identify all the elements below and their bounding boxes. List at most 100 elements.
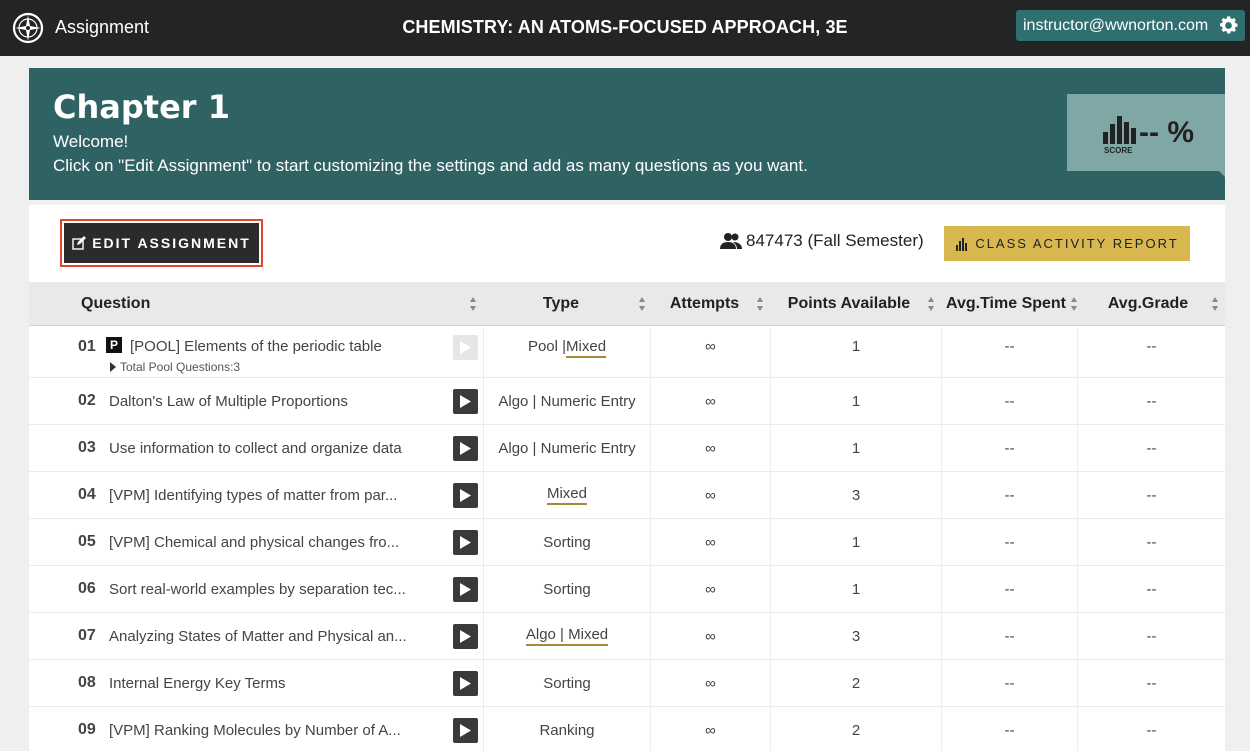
time-value: --	[1004, 439, 1015, 457]
play-preview-button[interactable]	[453, 483, 478, 508]
grade-cell: --	[1077, 613, 1225, 659]
sort-icon[interactable]	[1211, 296, 1219, 312]
question-title[interactable]: [VPM] Identifying types of matter from p…	[109, 487, 419, 504]
gear-icon[interactable]	[1217, 14, 1240, 37]
question-cell: 09 [VPM] Ranking Molecules by Number of …	[29, 707, 483, 751]
play-icon	[460, 536, 471, 549]
table-row[interactable]: 05 [VPM] Chemical and physical changes f…	[29, 519, 1225, 566]
table-row[interactable]: 04 [VPM] Identifying types of matter fro…	[29, 472, 1225, 519]
pool-questions-label: Total Pool Questions:3	[120, 360, 241, 374]
column-header-type[interactable]: Type	[484, 282, 652, 326]
question-title[interactable]: [POOL] Elements of the periodic table	[130, 338, 440, 355]
table-row[interactable]: 09 [VPM] Ranking Molecules by Number of …	[29, 707, 1225, 751]
time-value: --	[1004, 627, 1015, 645]
grade-value: --	[1146, 627, 1157, 645]
play-preview-button[interactable]	[453, 389, 478, 414]
caret-right-icon	[110, 362, 116, 372]
score-label: SCORE	[1104, 146, 1133, 155]
type-link[interactable]: Mixed	[566, 338, 607, 358]
question-title[interactable]: Dalton's Law of Multiple Proportions	[109, 393, 419, 410]
attempts-cell: ∞	[650, 660, 770, 706]
table-row[interactable]: 06 Sort real-world examples by separatio…	[29, 566, 1225, 613]
time-cell: --	[941, 378, 1077, 424]
play-icon	[460, 677, 471, 690]
time-cell: --	[941, 327, 1077, 377]
points-cell: 1	[770, 327, 941, 377]
grade-value: --	[1146, 674, 1157, 692]
points-value: 2	[851, 674, 861, 692]
sort-icon[interactable]	[638, 296, 646, 312]
question-cell: 02 Dalton's Law of Multiple Proportions	[29, 378, 483, 424]
question-title[interactable]: Internal Energy Key Terms	[109, 675, 419, 692]
type-cell: Pool | Mixed	[483, 327, 650, 377]
column-header-time[interactable]: Avg.Time Spent	[942, 282, 1084, 326]
play-preview-button[interactable]	[453, 671, 478, 696]
grade-value: --	[1146, 486, 1157, 504]
question-title[interactable]: Use information to collect and organize …	[109, 440, 419, 457]
grade-cell: --	[1077, 707, 1225, 751]
grade-cell: --	[1077, 519, 1225, 565]
attempts-cell: ∞	[650, 519, 770, 565]
table-row[interactable]: 08 Internal Energy Key Terms Sorting ∞ 2…	[29, 660, 1225, 707]
question-cell: 04 [VPM] Identifying types of matter fro…	[29, 472, 483, 518]
type-cell: Ranking	[483, 707, 650, 751]
points-value: 1	[851, 580, 861, 598]
table-row[interactable]: 01 [POOL] Elements of the periodic table…	[29, 327, 1225, 378]
pool-questions-toggle[interactable]: Total Pool Questions:3	[110, 360, 240, 374]
type-link[interactable]: Algo | Mixed	[525, 626, 609, 646]
type-cell: Algo | Numeric Entry	[483, 425, 650, 471]
question-cell: 05 [VPM] Chemical and physical changes f…	[29, 519, 483, 565]
sort-icon[interactable]	[756, 296, 764, 312]
question-title[interactable]: Analyzing States of Matter and Physical …	[109, 628, 419, 645]
question-cell: 07 Analyzing States of Matter and Physic…	[29, 613, 483, 659]
top-bar: Assignment CHEMISTRY: AN ATOMS-FOCUSED A…	[0, 0, 1250, 56]
play-preview-button[interactable]	[453, 335, 478, 360]
question-title[interactable]: Sort real-world examples by separation t…	[109, 581, 419, 598]
question-title[interactable]: [VPM] Ranking Molecules by Number of A..…	[109, 722, 419, 739]
points-value: 1	[851, 392, 861, 410]
grade-value: --	[1146, 392, 1157, 410]
attempts-cell: ∞	[650, 425, 770, 471]
class-activity-report-button[interactable]: CLASS ACTIVITY REPORT	[944, 226, 1190, 261]
table-row[interactable]: 02 Dalton's Law of Multiple Proportions …	[29, 378, 1225, 425]
sort-icon[interactable]	[1070, 296, 1078, 312]
column-header-points[interactable]: Points Available	[771, 282, 941, 326]
grade-cell: --	[1077, 327, 1225, 377]
type-link[interactable]: Mixed	[546, 485, 587, 505]
question-cell: 06 Sort real-world examples by separatio…	[29, 566, 483, 612]
column-header-attempts[interactable]: Attempts	[653, 282, 770, 326]
grade-cell: --	[1077, 472, 1225, 518]
sort-icon[interactable]	[469, 296, 477, 312]
column-header-question[interactable]: Question	[81, 282, 483, 326]
play-icon	[460, 630, 471, 643]
column-header-grade[interactable]: Avg.Grade	[1085, 282, 1225, 326]
user-menu[interactable]: instructor@wwnorton.com	[1016, 10, 1245, 41]
type-text: Sorting	[543, 580, 591, 598]
table-row[interactable]: 07 Analyzing States of Matter and Physic…	[29, 613, 1225, 660]
score-box: -- % SCORE	[1067, 94, 1225, 177]
type-cell: Mixed	[483, 472, 650, 518]
points-cell: 2	[770, 660, 941, 706]
grade-value: --	[1146, 439, 1157, 457]
edit-assignment-button[interactable]: EDIT ASSIGNMENT	[64, 223, 259, 263]
question-cell: 08 Internal Energy Key Terms	[29, 660, 483, 706]
sort-icon[interactable]	[927, 296, 935, 312]
type-text: Algo | Numeric Entry	[498, 439, 636, 457]
time-value: --	[1004, 674, 1015, 692]
points-cell: 2	[770, 707, 941, 751]
time-cell: --	[941, 566, 1077, 612]
play-preview-button[interactable]	[453, 436, 478, 461]
question-number: 07	[78, 627, 96, 644]
question-title[interactable]: [VPM] Chemical and physical changes fro.…	[109, 534, 419, 551]
attempts-value: ∞	[705, 338, 716, 355]
play-preview-button[interactable]	[453, 624, 478, 649]
play-preview-button[interactable]	[453, 577, 478, 602]
type-text: Sorting	[543, 533, 591, 551]
points-cell: 3	[770, 613, 941, 659]
play-preview-button[interactable]	[453, 718, 478, 743]
play-preview-button[interactable]	[453, 530, 478, 555]
type-cell: Algo | Mixed	[483, 613, 650, 659]
play-icon	[460, 442, 471, 455]
table-row[interactable]: 03 Use information to collect and organi…	[29, 425, 1225, 472]
users-icon	[720, 233, 742, 249]
